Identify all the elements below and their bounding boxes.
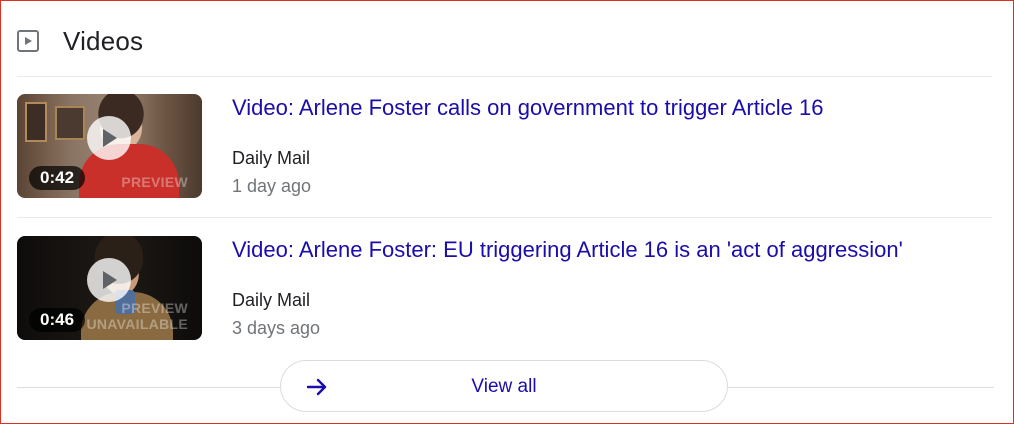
video-source: Daily Mail [232,148,311,168]
video-age: 3 days ago [232,318,321,338]
duration-badge: 0:46 [29,308,86,332]
preview-watermark: PREVIEW [121,174,188,190]
view-all-label: View all [471,376,537,397]
video-title-link[interactable]: Video: Arlene Foster: EU triggering Arti… [232,236,903,264]
duration-badge: 0:42 [29,166,86,190]
video-title-link[interactable]: Video: Arlene Foster calls on government… [232,94,823,122]
play-icon [103,271,117,289]
section-title: Videos [63,25,144,56]
play-button[interactable] [87,116,131,160]
play-box-icon [17,30,39,52]
view-all-button[interactable]: View all [280,360,728,412]
video-thumbnail[interactable]: PREVIEW 0:42 [17,94,202,198]
preview-watermark: PREVIEW UNAVAILABLE [86,300,188,332]
divider [17,76,992,77]
thumbnail-detail [25,102,47,142]
video-age: 1 day ago [232,176,312,196]
thumbnail-detail [55,106,85,140]
play-button[interactable] [87,258,131,302]
divider [17,217,992,218]
view-all-divider-right [728,387,994,388]
video-result: PREVIEW UNAVAILABLE 0:46 Video: Arlene F… [17,236,992,340]
video-result: PREVIEW 0:42 Video: Arlene Foster calls … [17,94,992,198]
videos-header: Videos [17,23,143,59]
video-thumbnail[interactable]: PREVIEW UNAVAILABLE 0:46 [17,236,202,340]
play-icon [103,129,117,147]
view-all-divider-left [17,387,280,388]
videos-panel: Videos PREVIEW 0:42 Video: Arlene Foster… [0,0,1014,424]
video-source: Daily Mail [232,290,311,310]
